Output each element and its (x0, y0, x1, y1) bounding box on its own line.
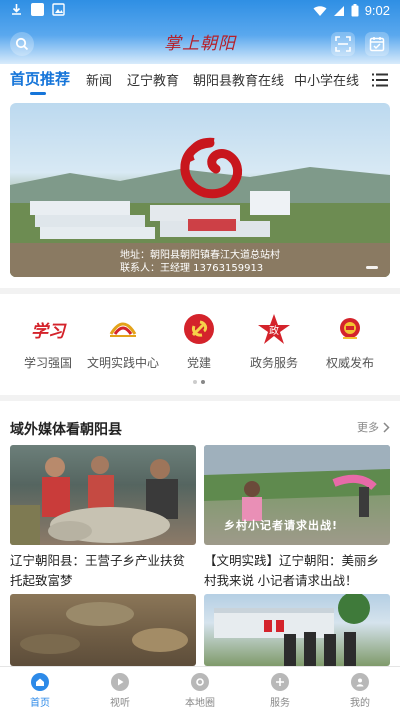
section-divider (0, 288, 400, 294)
party-emblem-icon (184, 314, 214, 344)
nav-label: 我的 (350, 698, 370, 709)
news-card-title: 【文明实践】辽宁朝阳：美丽乡村我来说 小记者请求出战！ (204, 554, 380, 588)
status-bar: 9:02 (0, 0, 400, 22)
tab-school-online[interactable]: 中小学在线 (294, 70, 359, 89)
tab-home-recommend[interactable]: 首页推荐 (10, 68, 70, 89)
civilization-center-icon (109, 322, 137, 337)
nav-service[interactable]: 服务 (240, 673, 320, 709)
quick-item-official[interactable]: 权威发布 (310, 312, 390, 371)
news-card[interactable] (204, 594, 390, 666)
news-card-image (10, 445, 196, 545)
image-notification-icon (52, 3, 65, 16)
news-card[interactable]: 乡村小记者请求出战! 【文明实践】辽宁朝阳：美丽乡村我来说 小记者请求出战！ (204, 445, 390, 591)
download-icon (12, 4, 21, 15)
news-card[interactable]: 辽宁朝阳县：王营子乡产业扶贫托起致富梦 (10, 445, 196, 591)
quick-item-xuexi[interactable]: 学习 学习强国 (8, 312, 88, 371)
quick-item-label: 学习强国 (23, 356, 72, 370)
tab-news[interactable]: 新闻 (86, 70, 112, 89)
government-star-icon: 政 (258, 314, 290, 344)
bottom-navigation: 首页 视听 本地圈 服务 我的 (0, 666, 400, 711)
section-more-link[interactable]: 更多 (357, 419, 390, 435)
profile-icon (356, 678, 364, 687)
search-button[interactable] (10, 32, 34, 56)
banner-carousel[interactable]: 地址：朝阳县朝阳镇春江大道总站村 联系人：王经理 13763159913 (10, 103, 390, 277)
quick-item-label: 权威发布 (325, 356, 374, 370)
nav-label: 服务 (270, 698, 290, 709)
nav-label: 本地圈 (185, 698, 215, 709)
nav-label: 首页 (30, 698, 50, 709)
quick-grid-pager (193, 380, 205, 384)
signal-icon (333, 5, 344, 16)
battery-icon (351, 4, 359, 17)
banner-caption-address: 地址：朝阳县朝阳镇春江大道总站村 (120, 250, 280, 261)
play-icon (118, 678, 124, 686)
service-icon (276, 678, 284, 686)
quick-access-grid: 学习 学习强国 文明实践中心 党建 政 政务服务 权威发布 (0, 300, 400, 390)
tab-liaoning-education[interactable]: 辽宁教育 (127, 70, 179, 89)
nav-media[interactable]: 视听 (80, 673, 160, 709)
quick-item-label: 党建 (186, 356, 211, 370)
category-tabs: 首页推荐 新闻 辽宁教育 朝阳县教育在线 中小学在线 (0, 64, 400, 96)
calendar-check-icon (369, 37, 385, 52)
more-label: 更多 (357, 421, 379, 434)
wifi-icon (313, 5, 327, 16)
nav-local-circle[interactable]: 本地圈 (160, 673, 240, 709)
tab-active-indicator (30, 92, 46, 95)
channel-menu-icon[interactable] (372, 73, 388, 87)
news-card-image (10, 594, 196, 666)
search-icon (15, 37, 29, 51)
banner-caption-contact: 联系人：王经理 13763159913 (120, 263, 264, 274)
quick-item-label: 文明实践中心 (86, 356, 159, 370)
news-card-image: 乡村小记者请求出战! (204, 445, 390, 545)
nav-profile[interactable]: 我的 (320, 673, 400, 709)
notification-square-icon (31, 3, 44, 16)
quick-item-party[interactable]: 党建 (159, 312, 239, 371)
section-divider (0, 395, 400, 401)
nav-label: 视听 (110, 698, 130, 709)
banner-caption: 地址：朝阳县朝阳镇春江大道总站村 联系人：王经理 13763159913 (120, 249, 280, 275)
scan-button[interactable] (331, 32, 355, 56)
news-card-image (204, 594, 390, 666)
nav-home[interactable]: 首页 (0, 673, 80, 709)
scan-icon (335, 36, 351, 52)
news-card[interactable] (10, 594, 196, 666)
news-card-title: 辽宁朝阳县：王营子乡产业扶贫托起致富梦 (10, 554, 186, 588)
home-icon (36, 678, 44, 686)
quick-item-civilization[interactable]: 文明实践中心 (83, 312, 163, 371)
app-logo: 掌上朝阳 (164, 34, 236, 54)
quick-item-government[interactable]: 政 政务服务 (234, 312, 314, 371)
xuexi-qiangguo-icon: 学习 (31, 321, 65, 342)
sign-in-calendar-button[interactable] (365, 32, 389, 56)
national-emblem-icon (340, 318, 360, 339)
section-title: 域外媒体看朝阳县 (10, 421, 122, 437)
tab-chaoyang-education-online[interactable]: 朝阳县教育在线 (193, 70, 284, 89)
chevron-right-icon (383, 421, 390, 433)
news-card-overlay-text: 乡村小记者请求出战! (224, 519, 339, 532)
local-circle-icon (196, 678, 204, 686)
banner-indicator (366, 266, 378, 269)
status-time: 9:02 (364, 3, 390, 18)
svg-text:政: 政 (269, 324, 279, 337)
quick-item-label: 政务服务 (249, 356, 298, 370)
